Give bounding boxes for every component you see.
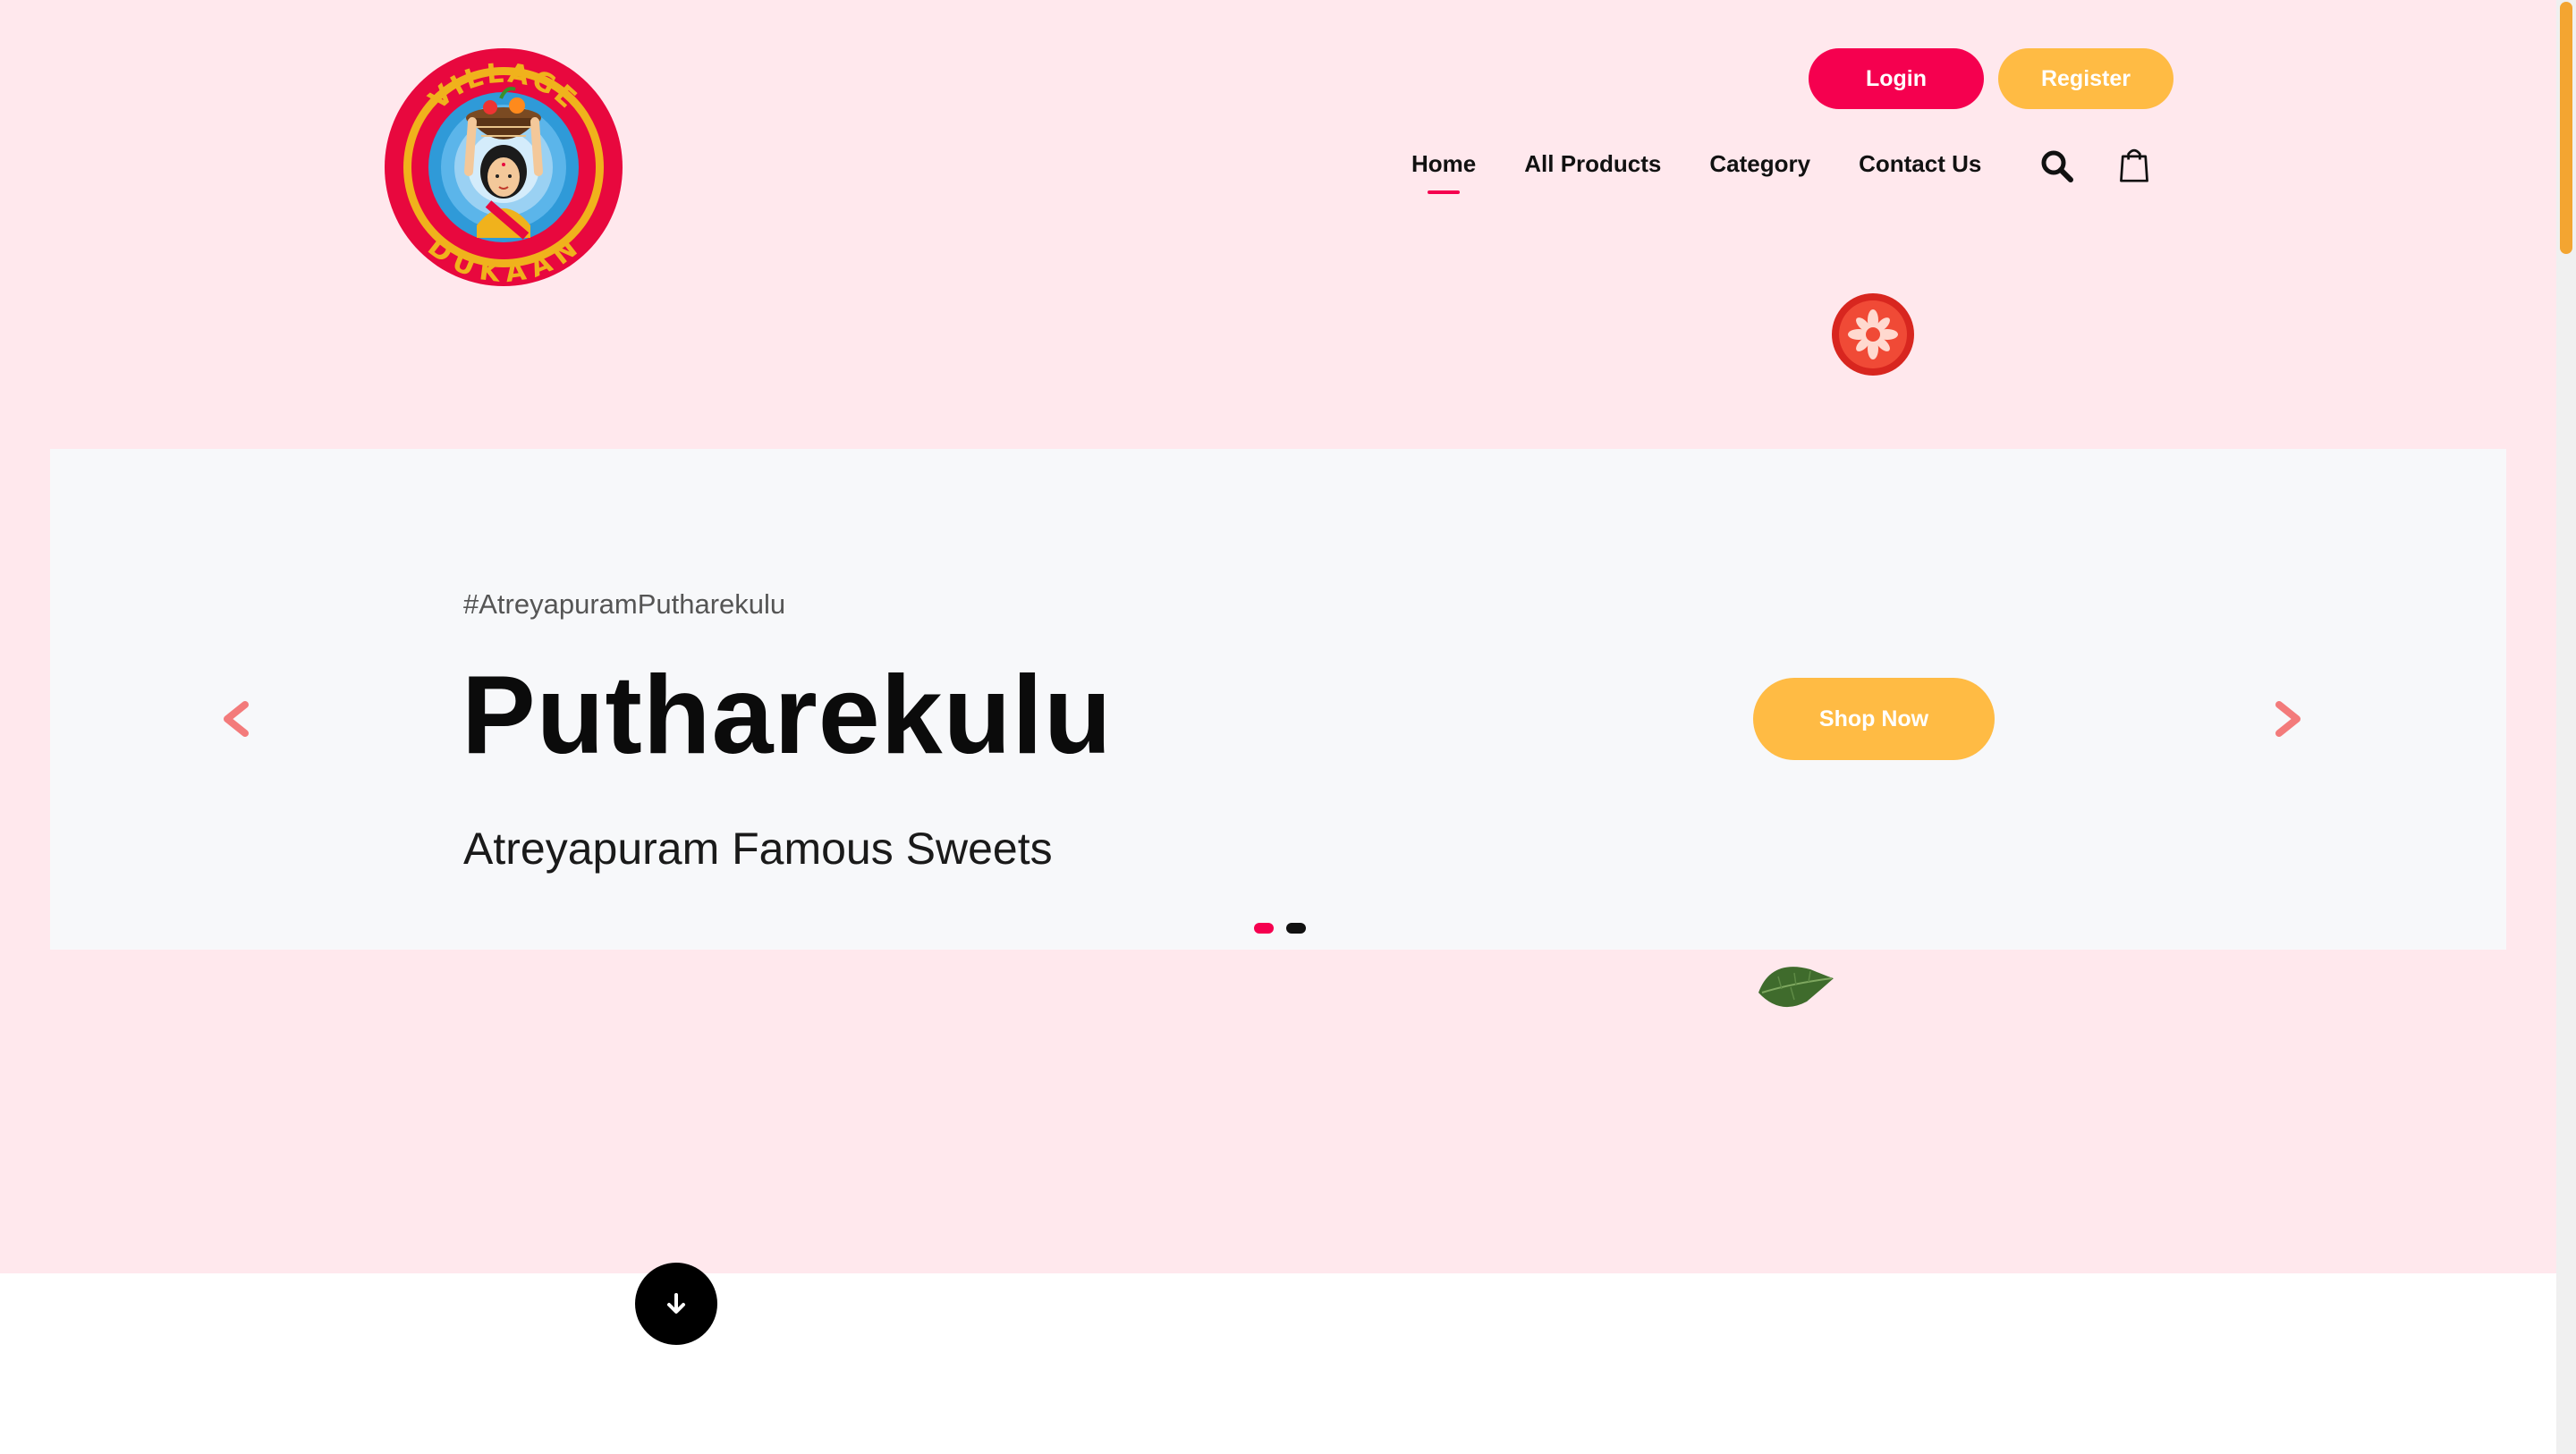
page: VILLAGE DUKAAN Login Register Home All P… [0,0,2556,1454]
leaf-icon [1758,967,1834,1008]
shopping-bag-icon[interactable] [2116,147,2152,182]
nav-home[interactable]: Home [1411,150,1476,178]
chevron-right-icon[interactable] [2272,701,2304,737]
chevron-left-icon[interactable] [220,701,252,737]
search-icon[interactable] [2039,148,2075,184]
arrow-down-icon [667,1293,685,1314]
slide-hashtag: #AtreyapuramPutharekulu [463,588,786,620]
slider-pagination [1254,923,1318,934]
slide-title: Putharekulu [462,654,1113,777]
nav-category[interactable]: Category [1709,150,1810,178]
slide-dot-1[interactable] [1254,923,1274,934]
scroll-down-button[interactable] [635,1263,717,1345]
shop-now-button[interactable]: Shop Now [1753,678,1995,760]
slide-dot-2[interactable] [1286,923,1306,934]
login-button[interactable]: Login [1809,48,1984,109]
page-scrollbar[interactable] [2556,0,2576,1454]
scrollbar-thumb[interactable] [2560,2,2572,254]
hero-slider: #AtreyapuramPutharekulu Putharekulu Atre… [50,449,2506,950]
tomato-icon [1832,293,1914,376]
slide-subtitle: Atreyapuram Famous Sweets [463,824,1053,874]
main-nav: Home All Products Category Contact Us [1411,150,2029,178]
village-dukaan-logo[interactable]: VILLAGE DUKAAN [383,46,624,288]
nav-contact-us[interactable]: Contact Us [1859,150,1981,178]
register-button[interactable]: Register [1998,48,2174,109]
nav-all-products[interactable]: All Products [1524,150,1661,178]
